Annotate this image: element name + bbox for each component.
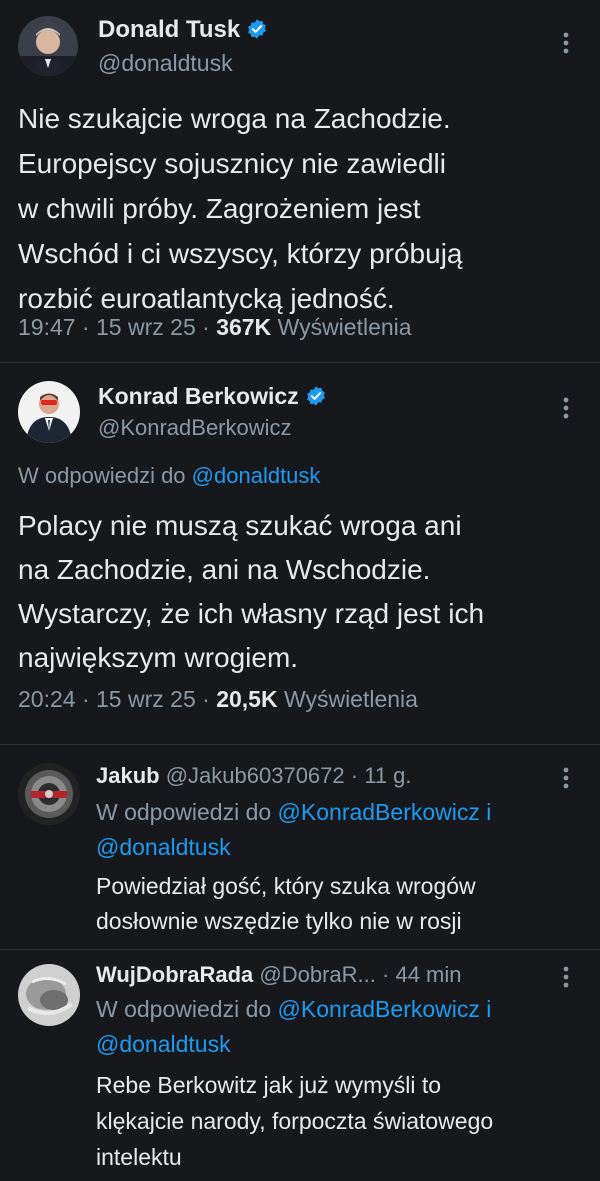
author-handle[interactable]: @DobraR... <box>259 962 375 987</box>
author-name[interactable]: Jakub <box>96 763 160 788</box>
avatar[interactable] <box>18 381 80 443</box>
author-name-text: Donald Tusk <box>98 16 241 43</box>
more-options-icon[interactable] <box>562 767 570 793</box>
reply-text-line: Rebe Berkowitz jak już wymyśli to <box>96 1072 442 1098</box>
reply-text-line: dosłownie wszędzie tylko nie w rosji <box>96 908 462 934</box>
tweet-text-line: Nie szukajcie wroga na Zachodzie. <box>18 103 451 134</box>
tweet-text-line: w chwili próby. Zagrożeniem jest <box>18 193 421 224</box>
avatar[interactable] <box>18 964 80 1026</box>
tweet-text-line: Polacy nie muszą szukać wroga ani <box>18 510 462 541</box>
views-count: 367K <box>216 314 272 340</box>
meta-separator: · <box>81 686 90 712</box>
author-name-text: Konrad Berkowicz <box>98 383 299 409</box>
reply-header: WujDobraRada @DobraR... · 44 min <box>96 962 462 988</box>
tweet-reply-focused: Konrad Berkowicz @KonradBerkowicz W odpo… <box>0 363 600 743</box>
tweet-time[interactable]: 19:47 <box>18 314 76 340</box>
tweet-meta: 20:24 · 15 wrz 25 · 20,5K Wyświetlenia <box>18 686 418 713</box>
tweet-date[interactable]: 15 wrz 25 <box>96 686 196 712</box>
verified-badge-icon <box>246 18 268 47</box>
avatar-image <box>18 763 80 825</box>
meta-separator: · <box>202 686 210 712</box>
tweet-text-line: Wystarczy, że ich własny rząd jest ich <box>18 598 485 629</box>
tweet-text: Nie szukajcie wroga na Zachodzie. Europe… <box>18 96 463 321</box>
reply-context: W odpowiedzi do @donaldtusk <box>18 463 320 489</box>
reply-text-line: klękajcie narody, forpoczta światowego <box>96 1108 494 1134</box>
verified-badge-icon <box>305 385 327 413</box>
reply-and: i <box>486 799 492 825</box>
reply-age[interactable]: 11 g. <box>364 763 411 788</box>
tweet-text-line: Europejscy sojusznicy nie zawiedli <box>18 148 446 179</box>
tweet-meta: 19:47 · 15 wrz 25 · 367K Wyświetlenia <box>18 314 412 341</box>
reply-item[interactable]: Jakub @Jakub60370672 · 11 g. W odpowiedz… <box>0 745 600 949</box>
meta-separator: · <box>350 763 359 788</box>
reply-mention[interactable]: @KonradBerkowicz <box>278 799 480 825</box>
reply-mention[interactable]: @donaldtusk <box>96 1031 231 1057</box>
reply-text: Rebe Berkowitz jak już wymyśli to klękaj… <box>96 1067 493 1175</box>
avatar[interactable] <box>18 16 78 76</box>
meta-separator: · <box>202 314 210 340</box>
author-handle[interactable]: @KonradBerkowicz <box>98 415 292 441</box>
reply-prefix: W odpowiedzi do <box>18 463 186 488</box>
views-label: Wyświetlenia <box>277 314 412 340</box>
tweet-time[interactable]: 20:24 <box>18 686 76 712</box>
reply-mention[interactable]: @donaldtusk <box>96 834 231 860</box>
avatar-image <box>18 16 78 76</box>
reply-context: W odpowiedzi do @KonradBerkowicz i @dona… <box>96 992 586 1062</box>
reply-mention[interactable]: @donaldtusk <box>192 463 321 488</box>
reply-text-line: intelektu <box>96 1144 182 1170</box>
tweet-text: Polacy nie muszą szukać wroga ani na Zac… <box>18 504 484 680</box>
views-label: Wyświetlenia <box>283 686 418 712</box>
reply-and: i <box>486 996 492 1022</box>
reply-header: Jakub @Jakub60370672 · 11 g. <box>96 763 412 789</box>
tweet-date[interactable]: 15 wrz 25 <box>96 314 196 340</box>
reply-prefix: W odpowiedzi do <box>96 996 272 1022</box>
reply-context: W odpowiedzi do @KonradBerkowicz i @dona… <box>96 795 586 865</box>
reply-text-line: Powiedział gość, który szuka wrogów <box>96 873 476 899</box>
author-handle[interactable]: @Jakub60370672 <box>166 763 345 788</box>
more-options-icon[interactable] <box>562 966 570 992</box>
author-name[interactable]: Konrad Berkowicz <box>98 383 327 413</box>
more-options-icon[interactable] <box>562 397 570 423</box>
reply-age[interactable]: 44 min <box>395 962 461 987</box>
meta-separator: · <box>382 962 390 987</box>
avatar-image <box>18 964 80 1026</box>
reply-prefix: W odpowiedzi do <box>96 799 272 825</box>
meta-separator: · <box>81 314 90 340</box>
more-options-icon[interactable] <box>562 32 570 58</box>
author-name[interactable]: Donald Tusk <box>98 16 268 47</box>
tweet-text-line: Wschód i ci wszyscy, którzy próbują <box>18 238 463 269</box>
tweet-text-line: na Zachodzie, ani na Wschodzie. <box>18 554 431 585</box>
views-count: 20,5K <box>216 686 278 712</box>
reply-mention[interactable]: @KonradBerkowicz <box>278 996 480 1022</box>
avatar[interactable] <box>18 763 80 825</box>
avatar-image <box>18 381 80 443</box>
reply-item[interactable]: WujDobraRada @DobraR... · 44 min W odpow… <box>0 950 600 1181</box>
author-handle[interactable]: @donaldtusk <box>98 50 233 77</box>
author-name[interactable]: WujDobraRada <box>96 962 253 987</box>
reply-text: Powiedział gość, który szuka wrogów dosł… <box>96 869 476 939</box>
tweet-text-line: największym wrogiem. <box>18 642 299 673</box>
tweet-main: Donald Tusk @donaldtusk Nie szukajcie wr… <box>0 0 600 362</box>
